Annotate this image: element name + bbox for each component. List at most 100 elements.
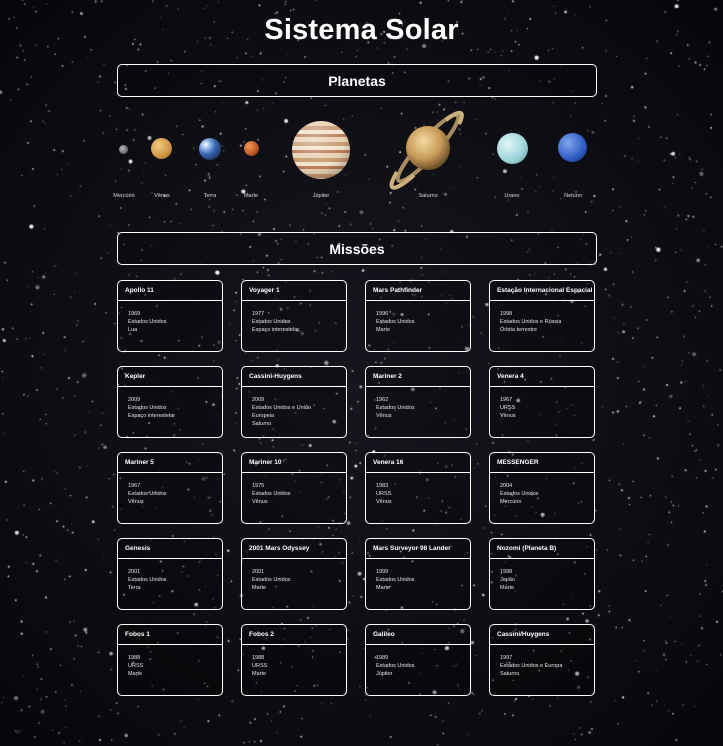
- mission-card: Apollo 11 1969 Estados Unidos Lua: [117, 280, 223, 352]
- planet-label-netuno: Netuno: [564, 193, 582, 199]
- mission-target: Espaço interestelar: [252, 327, 300, 333]
- mission-card: 2001 Mars Odyssey 2001 Estados Unidos Marte: [241, 538, 347, 610]
- mission-country: Estados Unidos: [376, 405, 415, 411]
- mission-target: Saturno: [500, 671, 520, 677]
- mission-card: MESSENGER 2004 Estados Unidos Mercúrio: [489, 452, 595, 524]
- mission-target: Marte: [252, 671, 267, 677]
- mission-details: 1967 Estados Unidos Vênus: [118, 473, 222, 506]
- mission-target: Lua: [128, 327, 138, 333]
- planet-label-urano: Urano: [504, 193, 520, 199]
- mission-year: 1989: [376, 655, 389, 661]
- mission-country: Japão: [500, 577, 515, 583]
- mission-target: Órbita terrestre: [500, 327, 537, 333]
- mission-year: 2001: [128, 569, 141, 575]
- mission-target: Vênus: [376, 499, 392, 505]
- planet-label-saturno: Saturno: [418, 193, 438, 199]
- mission-country: Estados Unidos: [376, 663, 415, 669]
- mission-name: Mars Surveyor 98 Lander: [366, 539, 470, 559]
- mission-name: Fobos 2: [242, 625, 346, 645]
- mission-card: Cassini-Huygens 2009 Estados Unidos e Uniã…: [241, 366, 347, 438]
- mission-year: 1962: [376, 397, 389, 403]
- mission-country: URSS: [252, 663, 268, 669]
- mission-country: Estados Unidos: [252, 491, 291, 497]
- mission-country: Estados Unidos: [128, 319, 167, 325]
- mission-details: 1989 Estados Unidos Júpiter: [366, 645, 470, 678]
- page: Sistema Solar Planetas Mercúrio Vênus Te…: [0, 0, 723, 746]
- mission-card: Mars Surveyor 98 Lander 1999 Estados Unido…: [365, 538, 471, 610]
- mission-target: Júpiter: [376, 671, 393, 677]
- mission-details: 1997 Estados Unidos e Europa Saturno: [490, 645, 594, 678]
- mission-name: MESSENGER: [490, 453, 594, 473]
- mission-details: 1969 Estados Unidos Lua: [118, 301, 222, 334]
- mission-country: Estados Unidos: [500, 491, 539, 497]
- mission-country: URSS: [376, 491, 392, 497]
- mission-details: 1998 Estados Unidos e Rússia Órbita terres…: [490, 301, 594, 334]
- mission-target: Vênus: [376, 413, 392, 419]
- earth-planet-icon: [199, 138, 221, 160]
- mission-country: Estados Unidos: [252, 577, 291, 583]
- mission-card: Fobos 2 1988 URSS Marte: [241, 624, 347, 696]
- mission-name: Mariner 10: [242, 453, 346, 473]
- mission-card: Mariner 2 1962 Estados Unidos Vênus: [365, 366, 471, 438]
- mission-target: Mercúrio: [500, 499, 522, 505]
- mission-details: 1996 Estados Unidos Marte: [366, 301, 470, 334]
- missions-heading: Missões: [329, 240, 385, 257]
- mission-details: 2004 Estados Unidos Mercúrio: [490, 473, 594, 506]
- mission-year: 2009: [252, 397, 265, 403]
- mission-target: Marte: [376, 585, 391, 591]
- mission-name: Apollo 11: [118, 281, 222, 301]
- mission-details: 2001 Estados Unidos Terra: [118, 559, 222, 592]
- jupiter-planet-icon: [292, 121, 350, 179]
- mission-card: Mars Pathfinder 1996 Estados Unidos Marte: [365, 280, 471, 352]
- mission-extra: Saturno: [252, 421, 272, 427]
- mission-year: 1999: [376, 569, 389, 575]
- mission-details: 1967 URSS Vênus: [490, 387, 594, 420]
- mission-year: 1988: [128, 655, 141, 661]
- mission-country: Estados Unidos: [376, 319, 415, 325]
- mission-name: Nozomi (Planeta B): [490, 539, 594, 559]
- mission-details: 2001 Estados Unidos Marte: [242, 559, 346, 592]
- mission-year: 1998: [500, 311, 513, 317]
- saturn-planet-icon: [389, 110, 464, 190]
- mission-year: 1967: [128, 483, 141, 489]
- mission-year: 1996: [376, 311, 389, 317]
- mission-target: Europeia: [252, 413, 275, 419]
- mission-details: 1988 URSS Marte: [242, 645, 346, 678]
- mission-name: Voyager 1: [242, 281, 346, 301]
- mission-target: Marte: [376, 327, 391, 333]
- mission-name: Mariner 2: [366, 367, 470, 387]
- mission-details: 2009 Estados Unidos Espaço interestelar: [118, 387, 222, 420]
- planet-label-venus: Vênus: [154, 193, 170, 199]
- mission-details: 1998 Japão Marte: [490, 559, 594, 592]
- mars-planet-icon: [244, 141, 259, 156]
- mission-country: Estados Unidos: [128, 577, 167, 583]
- mission-details: 1975 Estados Unidos Vênus: [242, 473, 346, 506]
- mission-card: Kepler 2009 Estados Unidos Espaço intereste…: [117, 366, 223, 438]
- mission-year: 1983: [376, 483, 389, 489]
- planets-heading: Planetas: [328, 72, 386, 89]
- mission-name: Cassini/Huygens: [490, 625, 594, 645]
- mission-year: 2001: [252, 569, 265, 575]
- mission-details: 2009 Estados Unidos e União Europeia Saturn…: [242, 387, 346, 428]
- mission-country: Estados Unidos: [252, 319, 291, 325]
- uranus-planet-icon: [497, 133, 528, 164]
- mission-card: Voyager 1 1977 Estados Unidos Espaço intere…: [241, 280, 347, 352]
- mission-country: Estados Unidos e Europa: [500, 663, 563, 669]
- mission-name: Galileo: [366, 625, 470, 645]
- mission-details: 1999 Estados Unidos Marte: [366, 559, 470, 592]
- mission-country: URSS: [500, 405, 516, 411]
- mission-year: 1967: [500, 397, 513, 403]
- mission-card: Nozomi (Planeta B) 1998 Japão Marte: [489, 538, 595, 610]
- mission-name: 2001 Mars Odyssey: [242, 539, 346, 559]
- planet-label-marte: Marte: [243, 193, 259, 199]
- mission-country: URSS: [128, 663, 144, 669]
- planet-label-jupiter: Júpiter: [312, 193, 330, 199]
- mission-details: 1977 Estados Unidos Espaço interestelar: [242, 301, 346, 334]
- mission-name: Genesis: [118, 539, 222, 559]
- mission-country: Estados Unidos e Rússia: [500, 319, 562, 325]
- mission-name: Cassini-Huygens: [242, 367, 346, 387]
- planets-section-header: Planetas: [117, 64, 597, 97]
- mission-country: Estados Unidos: [128, 405, 167, 411]
- mission-country: Estados Unidos: [376, 577, 415, 583]
- mission-name: Fobos 1: [118, 625, 222, 645]
